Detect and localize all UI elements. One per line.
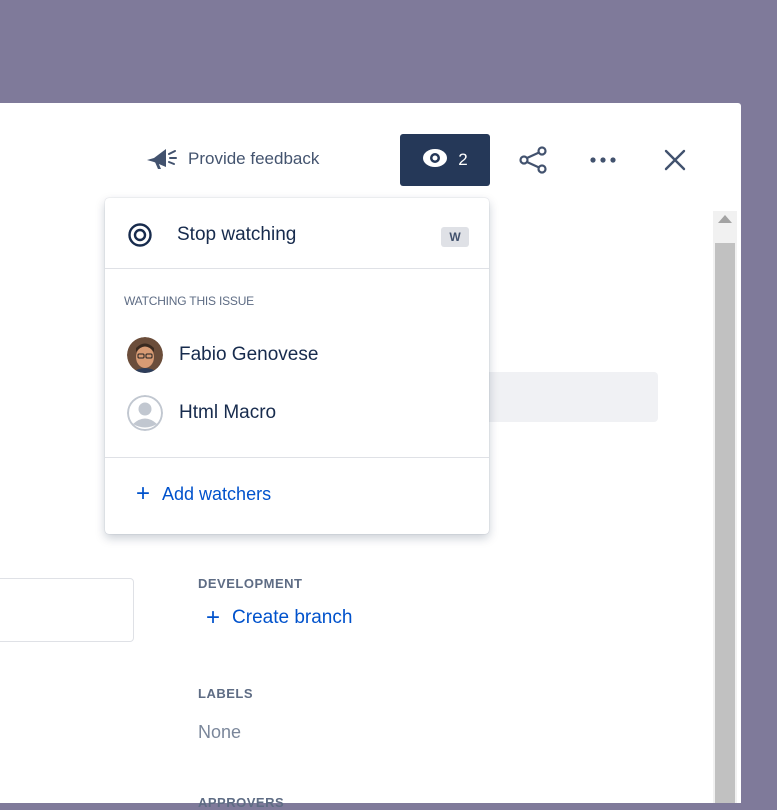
default-avatar — [127, 395, 163, 431]
create-branch-label: Create branch — [232, 607, 353, 628]
comment-input[interactable] — [0, 578, 134, 642]
eye-icon — [127, 222, 153, 248]
development-label: DEVELOPMENT — [198, 576, 303, 591]
labels-value[interactable]: None — [198, 722, 241, 743]
eye-icon — [422, 148, 448, 173]
more-icon[interactable] — [583, 140, 623, 180]
scroll-up-arrow-icon[interactable] — [718, 215, 732, 223]
plus-icon: + — [136, 480, 151, 507]
stop-watching-item[interactable]: Stop watching W — [105, 198, 489, 268]
scrollbar[interactable] — [713, 211, 737, 803]
close-icon[interactable] — [655, 140, 695, 180]
provide-feedback-label: Provide feedback — [188, 149, 320, 168]
provide-feedback-button[interactable]: Provide feedback — [144, 144, 319, 174]
watchers-dropdown: Stop watching W WATCHING THIS ISSUE Fabi… — [105, 198, 489, 534]
divider — [105, 268, 489, 269]
add-watchers-button[interactable]: + Add watchers — [136, 482, 271, 506]
watchers-heading: WATCHING THIS ISSUE — [124, 294, 254, 308]
photo-avatar — [127, 337, 163, 373]
labels-label: LABELS — [198, 686, 253, 701]
field-placeholder[interactable] — [470, 372, 658, 422]
share-icon[interactable] — [513, 140, 553, 180]
watcher-name: Html Macro — [179, 402, 277, 423]
stop-watching-label: Stop watching — [177, 224, 297, 245]
add-watchers-label: Add watchers — [162, 483, 272, 504]
megaphone-icon — [144, 145, 180, 174]
divider — [105, 457, 489, 458]
watcher-name: Fabio Genovese — [179, 344, 319, 365]
watch-count: 2 — [458, 150, 468, 169]
plus-icon: + — [206, 604, 221, 631]
watcher-item[interactable]: Fabio Genovese — [127, 335, 467, 375]
watcher-item[interactable]: Html Macro — [127, 393, 467, 433]
watch-button[interactable]: 2 — [400, 134, 490, 186]
keyboard-shortcut-badge: W — [441, 227, 469, 247]
scroll-thumb[interactable] — [715, 243, 735, 803]
create-branch-button[interactable]: + Create branch — [206, 606, 352, 630]
